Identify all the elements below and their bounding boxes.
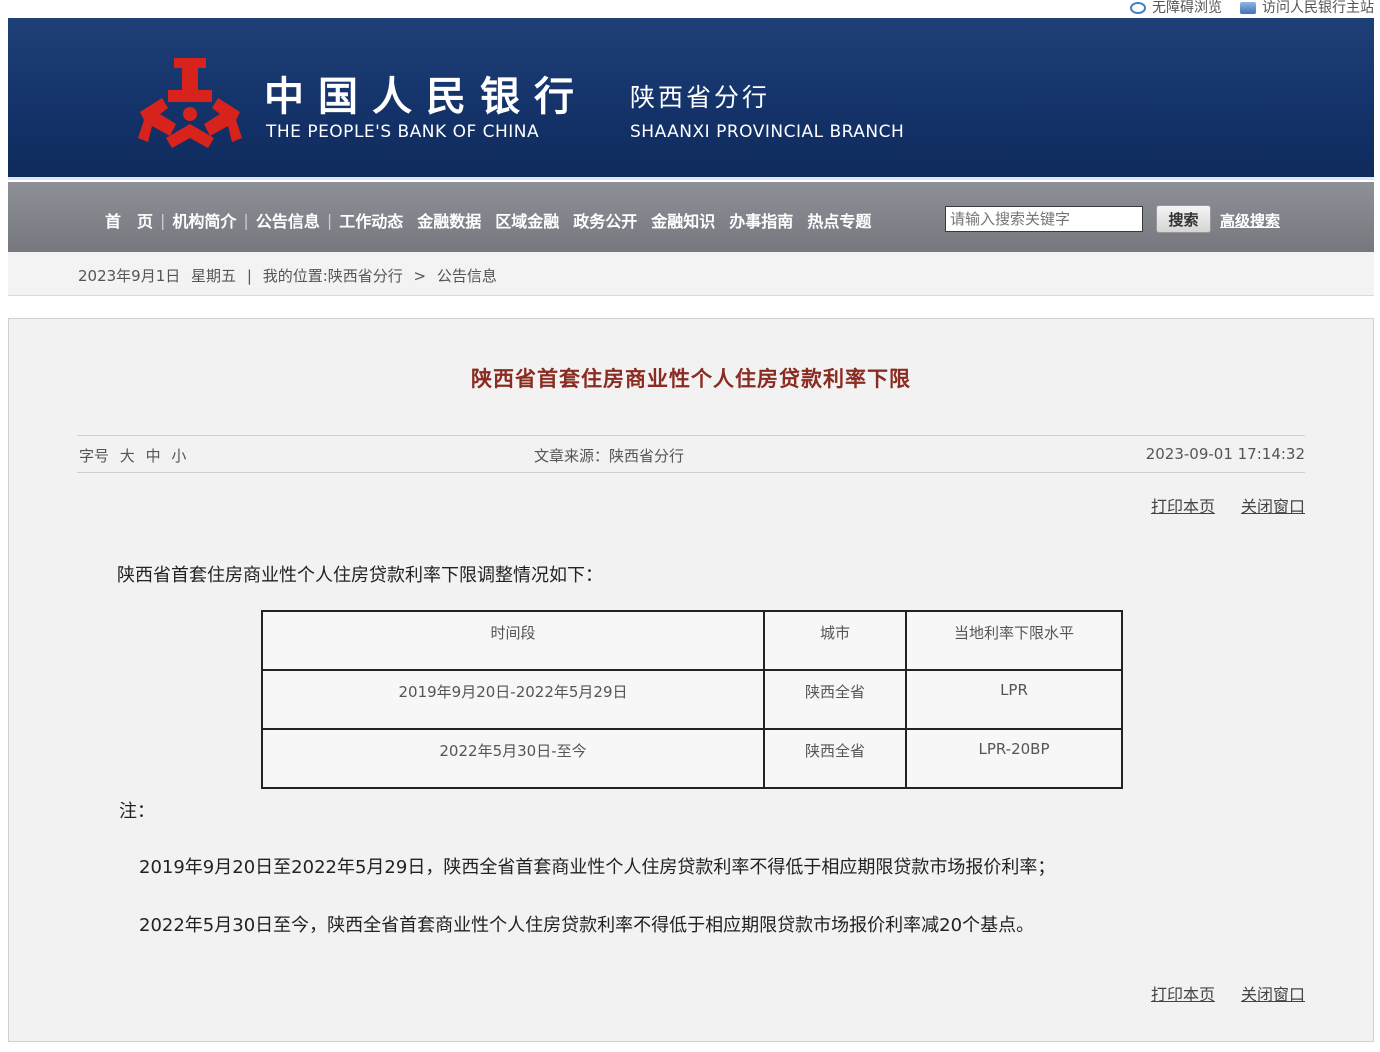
bank-name-en: THE PEOPLE'S BANK OF CHINA: [266, 122, 540, 142]
nav-item-about[interactable]: 机构简介: [165, 208, 243, 232]
nav-item-financial-knowledge[interactable]: 金融知识: [644, 208, 722, 232]
close-window-link[interactable]: 关闭窗口: [1241, 493, 1305, 517]
top-links: 无障碍浏览 访问人民银行主站: [1130, 0, 1374, 16]
table-row: 2022年5月30日-至今 陕西全省 LPR-20BP: [261, 728, 1123, 789]
divider: [77, 435, 1305, 436]
advanced-search-link[interactable]: 高级搜索: [1220, 210, 1280, 231]
table-cell-rate: LPR-20BP: [905, 728, 1123, 789]
nav-bar: 首 页 | 机构简介 | 公告信息 | 工作动态 金融数据 区域金融 政务公开 金融知…: [8, 182, 1374, 252]
font-size-medium-button[interactable]: 中: [146, 447, 161, 465]
font-size-controls: 字号 大 中 小: [79, 445, 192, 466]
rate-table: 时间段 城市 当地利率下限水平 2019年9月20日-2022年5月29日 陕西…: [261, 610, 1123, 789]
nav-item-service-guide[interactable]: 办事指南: [722, 208, 800, 232]
search-button[interactable]: 搜索: [1156, 205, 1211, 233]
nav-item-home[interactable]: 首 页: [98, 208, 160, 232]
table-header-rate-floor: 当地利率下限水平: [905, 610, 1123, 671]
article-source: 文章来源：陕西省分行: [534, 447, 685, 465]
breadcrumb-bar: 2023年9月1日 星期五 | 我的位置:陕西省分行 > 公告信息: [8, 252, 1374, 296]
site-banner: 中国人民银行 陕西省分行 THE PEOPLE'S BANK OF CHINA …: [8, 18, 1374, 180]
article-intro: 陕西省首套住房商业性个人住房贷款利率下限调整情况如下：: [117, 565, 603, 586]
font-size-label: 字号: [79, 447, 110, 465]
article-actions-bottom: 打印本页 关闭窗口: [1151, 981, 1305, 1005]
article-datetime: 2023-09-01 17:14:32: [1145, 445, 1305, 463]
current-weekday: 星期五: [191, 267, 237, 285]
table-cell-period: 2019年9月20日-2022年5月29日: [261, 669, 765, 730]
note-paragraph: 2022年5月30日至今，陕西全省首套商业性个人住房贷款利率不得低于相应期限贷款…: [139, 915, 1035, 936]
current-date: 2023年9月1日: [78, 267, 181, 285]
nav-item-government-affairs[interactable]: 政务公开: [566, 208, 644, 232]
main-nav: 首 页 | 机构简介 | 公告信息 | 工作动态 金融数据 区域金融 政务公开 金融知…: [98, 208, 878, 232]
table-header-row: 时间段 城市 当地利率下限水平: [261, 610, 1123, 671]
font-size-small-button[interactable]: 小: [171, 447, 186, 465]
nav-item-work-news[interactable]: 工作动态: [332, 208, 410, 232]
print-page-link[interactable]: 打印本页: [1151, 981, 1215, 1005]
accessibility-link-label: 无障碍浏览: [1152, 0, 1222, 16]
font-size-large-button[interactable]: 大: [120, 447, 135, 465]
branch-name-en: SHAANXI PROVINCIAL BRANCH: [630, 122, 905, 142]
table-header-city: 城市: [763, 610, 907, 671]
branch-name-cn: 陕西省分行: [630, 83, 771, 112]
breadcrumb-arrow-icon: >: [413, 267, 427, 285]
nav-item-financial-data[interactable]: 金融数据: [410, 208, 488, 232]
table-cell-city: 陕西全省: [763, 669, 907, 730]
main-site-link-label: 访问人民银行主站: [1262, 0, 1374, 16]
breadcrumb-current[interactable]: 公告信息: [437, 267, 497, 285]
article-panel: 陕西省首套住房商业性个人住房贷款利率下限 字号 大 中 小 文章来源：陕西省分行…: [8, 318, 1374, 1042]
table-cell-rate: LPR: [905, 669, 1123, 730]
ie-icon: [1130, 2, 1146, 14]
close-window-link[interactable]: 关闭窗口: [1241, 981, 1305, 1005]
breadcrumb: 2023年9月1日 星期五 | 我的位置:陕西省分行 > 公告信息: [78, 265, 503, 286]
article-title: 陕西省首套住房商业性个人住房贷款利率下限: [471, 367, 911, 391]
article-actions-top: 打印本页 关闭窗口: [1151, 493, 1305, 517]
table-cell-city: 陕西全省: [763, 728, 907, 789]
print-page-link[interactable]: 打印本页: [1151, 493, 1215, 517]
note-label: 注：: [119, 801, 155, 822]
main-site-link[interactable]: 访问人民银行主站: [1240, 0, 1374, 16]
table-row: 2019年9月20日-2022年5月29日 陕西全省 LPR: [261, 669, 1123, 730]
note-paragraph: 2019年9月20日至2022年5月29日，陕西全省首套商业性个人住房贷款利率不…: [139, 857, 1056, 878]
nav-item-announcements[interactable]: 公告信息: [249, 208, 327, 232]
table-cell-period: 2022年5月30日-至今: [261, 728, 765, 789]
pboc-logo-icon: [138, 58, 242, 148]
search-input[interactable]: [945, 206, 1143, 232]
nav-item-hot-topics[interactable]: 热点专题: [800, 208, 878, 232]
site-icon: [1240, 2, 1256, 14]
breadcrumb-separator: |: [246, 267, 252, 285]
nav-item-regional-finance[interactable]: 区域金融: [488, 208, 566, 232]
table-header-period: 时间段: [261, 610, 765, 671]
divider: [77, 472, 1305, 473]
accessibility-link[interactable]: 无障碍浏览: [1130, 0, 1222, 16]
breadcrumb-location[interactable]: 我的位置:陕西省分行: [263, 267, 403, 285]
bank-name-cn: 中国人民银行: [264, 73, 588, 120]
